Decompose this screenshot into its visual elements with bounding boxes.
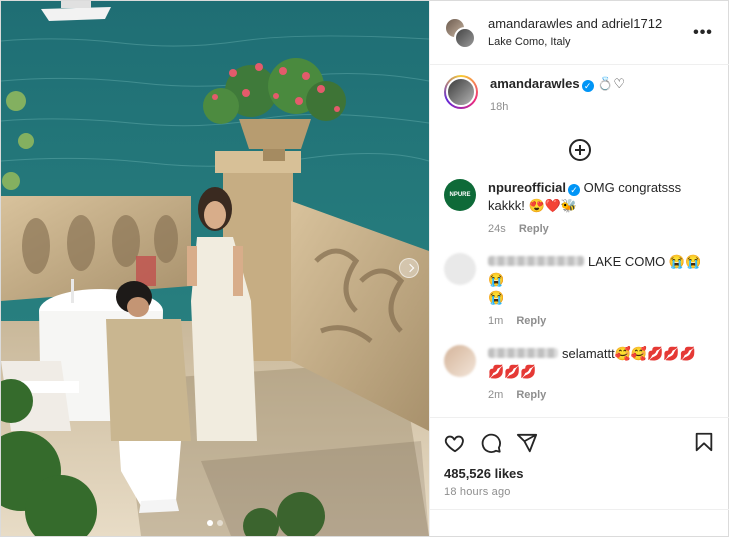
- comment-username[interactable]: npureofficial: [488, 180, 566, 195]
- likes-count[interactable]: 485,526 likes: [444, 466, 715, 481]
- caption-meta: 18h: [490, 101, 715, 113]
- comment-text-line: selamattt🥰🥰💋💋💋 💋💋💋: [488, 345, 715, 381]
- post-actions: 485,526 likes 18 hours ago: [430, 417, 729, 498]
- comment-time: 2m: [488, 389, 504, 401]
- next-arrow-icon[interactable]: [399, 258, 419, 278]
- instagram-post: amandarawles and adriel1712 Lake Como, I…: [0, 0, 729, 537]
- comment-text-extra: 💋💋💋: [488, 364, 537, 379]
- comment-item: LAKE COMO 😭😭😭 😭 1m Reply: [444, 253, 715, 327]
- comments-section: amandarawles ✓ 💍♡ 18h NPURE npureofficial…: [430, 65, 729, 417]
- load-more-comments: [444, 139, 715, 161]
- comment-meta: 1m Reply: [488, 315, 715, 327]
- location-link[interactable]: Lake Como, Italy: [488, 33, 691, 51]
- avatar[interactable]: [454, 26, 476, 49]
- comment-text-extra: 😭: [488, 290, 505, 305]
- comment-body: selamattt🥰🥰💋💋💋 💋💋💋 2m Reply: [488, 345, 715, 401]
- verified-badge-icon: ✓: [581, 80, 594, 92]
- comment-item: selamattt🥰🥰💋💋💋 💋💋💋 2m Reply: [444, 345, 715, 401]
- carousel-dot: [217, 520, 223, 526]
- comment-icon[interactable]: [480, 432, 502, 454]
- comment-item: NPURE npureofficial ✓ OMG congratsss kakk…: [444, 179, 715, 235]
- collab-avatars[interactable]: [444, 16, 476, 49]
- add-comment-bar[interactable]: [430, 509, 729, 536]
- avatar[interactable]: NPURE: [444, 179, 476, 211]
- reply-button[interactable]: Reply: [516, 315, 546, 327]
- comment-time: 1m: [488, 315, 504, 327]
- comment-body: LAKE COMO 😭😭😭 😭 1m Reply: [488, 253, 715, 327]
- comment-text-line: LAKE COMO 😭😭😭 😭: [488, 253, 715, 307]
- header-usernames[interactable]: amandarawles and adriel1712: [488, 15, 691, 33]
- reply-button[interactable]: Reply: [516, 389, 546, 401]
- comment-text: selamattt🥰🥰💋💋💋: [562, 346, 696, 361]
- blurred-username[interactable]: [488, 348, 558, 358]
- bookmark-icon[interactable]: [693, 431, 715, 453]
- comment-time: 24s: [488, 223, 506, 235]
- verified-badge-icon: ✓: [568, 184, 581, 196]
- comment-meta: 2m Reply: [488, 389, 715, 401]
- more-icon[interactable]: •••: [691, 24, 715, 42]
- carousel-dots: [207, 520, 223, 526]
- photo-illustration: [1, 1, 429, 536]
- carousel-dot: [207, 520, 213, 526]
- story-ring-avatar[interactable]: [444, 75, 478, 109]
- caption-text-line: amandarawles ✓ 💍♡: [490, 75, 715, 93]
- header-text: amandarawles and adriel1712 Lake Como, I…: [488, 15, 691, 51]
- add-circle-icon[interactable]: [568, 139, 591, 161]
- reply-button[interactable]: Reply: [519, 223, 549, 235]
- caption-text: 💍♡: [597, 76, 626, 91]
- blurred-username[interactable]: [488, 256, 584, 266]
- post-timestamp: 18 hours ago: [444, 486, 511, 498]
- post-side-panel: amandarawles and adriel1712 Lake Como, I…: [429, 1, 729, 536]
- caption-username[interactable]: amandarawles: [490, 76, 580, 91]
- post-header: amandarawles and adriel1712 Lake Como, I…: [430, 1, 729, 65]
- action-icons: [444, 430, 715, 456]
- post-caption: amandarawles ✓ 💍♡ 18h: [444, 65, 715, 113]
- comment-body: npureofficial ✓ OMG congratsss kakkk! 😍❤️…: [488, 179, 715, 235]
- heart-icon[interactable]: [444, 432, 466, 454]
- comment-text-line: npureofficial ✓ OMG congratsss kakkk! 😍❤️…: [488, 179, 715, 215]
- post-photo[interactable]: [1, 1, 429, 536]
- avatar[interactable]: [444, 253, 476, 285]
- share-icon[interactable]: [516, 432, 538, 454]
- comment-meta: 24s Reply: [488, 223, 715, 235]
- caption-body: amandarawles ✓ 💍♡ 18h: [490, 75, 715, 113]
- save-button[interactable]: [693, 431, 715, 456]
- caption-time: 18h: [490, 101, 509, 113]
- avatar[interactable]: [444, 345, 476, 377]
